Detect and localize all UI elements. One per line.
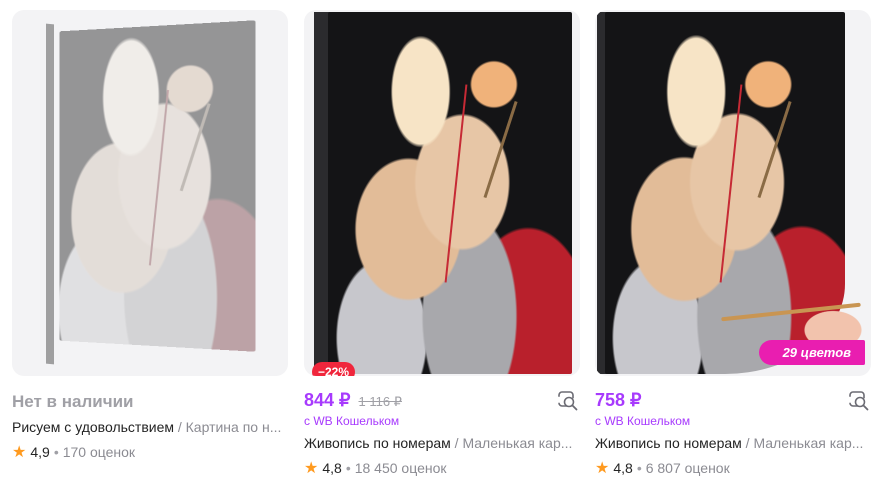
rating-value: 4,8 [322, 460, 342, 476]
star-icon: ★ [304, 460, 319, 477]
rating: ★ 4,8 • 6 807 оценок [595, 458, 730, 478]
rating-value: 4,8 [613, 460, 633, 476]
product-image[interactable]: −22% [304, 10, 580, 376]
product-category: / Картина по н... [177, 419, 282, 435]
brand-name: Рисуем с удовольствием [12, 419, 174, 435]
price-row: 844 ₽ 1 116 ₽ [304, 390, 402, 412]
price: 844 ₽ [304, 390, 351, 410]
reviews-count: 6 807 оценок [645, 460, 730, 476]
star-icon: ★ [595, 460, 610, 477]
old-price: 1 116 ₽ [358, 394, 402, 409]
wallet-note: с WB Кошельком [595, 414, 691, 428]
painting-image [328, 12, 572, 374]
rating-value: 4,9 [30, 444, 50, 460]
out-of-stock-label: Нет в наличии [12, 392, 134, 411]
product-card[interactable]: 29 цветов 758 ₽ с WB Кошельком Живопись … [595, 0, 871, 488]
product-card[interactable]: Нет в наличии Рисуем с удовольствием / К… [12, 0, 288, 488]
product-name[interactable]: Живопись по номерам / Маленькая кар... [595, 435, 867, 451]
brand-name: Живопись по номерам [595, 435, 742, 451]
similar-search-icon [849, 391, 869, 411]
reviews-count: 18 450 оценок [354, 460, 447, 476]
product-image[interactable] [12, 10, 288, 376]
discount-badge: −22% [312, 362, 356, 376]
product-name[interactable]: Рисуем с удовольствием / Картина по н... [12, 419, 284, 435]
reviews-count: 170 оценок [62, 444, 136, 460]
separator: • [345, 460, 351, 476]
separator: • [636, 460, 642, 476]
product-category: / Маленькая кар... [745, 435, 864, 451]
separator: • [53, 444, 59, 460]
colors-count-badge: 29 цветов [758, 340, 865, 365]
brand-name: Живопись по номерам [304, 435, 451, 451]
rating: ★ 4,9 • 170 оценок [12, 442, 135, 462]
price-row: 758 ₽ [595, 390, 642, 412]
product-name[interactable]: Живопись по номерам / Маленькая кар... [304, 435, 576, 451]
product-category: / Маленькая кар... [454, 435, 573, 451]
find-similar-button[interactable] [556, 389, 580, 413]
price: 758 ₽ [595, 390, 642, 410]
find-similar-button[interactable] [847, 389, 871, 413]
star-icon: ★ [12, 444, 27, 461]
product-image[interactable]: 29 цветов [595, 10, 871, 376]
similar-search-icon [558, 391, 578, 411]
wallet-note: с WB Кошельком [304, 414, 400, 428]
product-card[interactable]: −22% 844 ₽ 1 116 ₽ с WB Кошельком Живопи… [304, 0, 580, 488]
canvas-side [46, 23, 54, 365]
painting-image [59, 20, 256, 352]
rating: ★ 4,8 • 18 450 оценок [304, 458, 447, 478]
